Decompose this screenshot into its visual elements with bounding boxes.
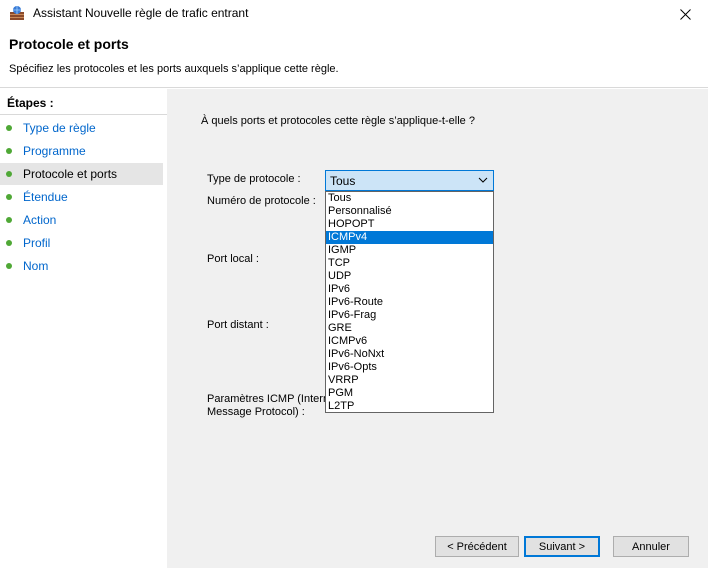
step-protocole-et-ports[interactable]: Protocole et ports (0, 163, 163, 185)
protocol-option-tous[interactable]: Tous (326, 192, 493, 205)
icmp-settings-label-line1: Paramètres ICMP (Interne (207, 393, 336, 405)
protocol-type-value: Tous (330, 174, 356, 188)
step-label: Programme (23, 144, 86, 158)
protocol-option-icmpv4[interactable]: ICMPv4 (326, 231, 493, 244)
step-bullet-icon (6, 240, 12, 246)
protocol-option-pgm[interactable]: PGM (326, 387, 493, 400)
steps-title: Étapes : (7, 96, 54, 110)
step-bullet-icon (6, 194, 12, 200)
firewall-app-icon (10, 6, 24, 20)
protocol-option-udp[interactable]: UDP (326, 270, 493, 283)
protocol-option-ipv6-nonxt[interactable]: IPv6-NoNxt (326, 348, 493, 361)
step-label: Étendue (23, 190, 68, 204)
cancel-button[interactable]: Annuler (613, 536, 689, 557)
protocol-option-ipv6[interactable]: IPv6 (326, 283, 493, 296)
remote-port-label: Port distant : (207, 319, 269, 331)
protocol-type-dropdown-list[interactable]: Tous Personnalisé HOPOPT ICMPv4 IGMP TCP… (325, 191, 494, 413)
protocol-option-gre[interactable]: GRE (326, 322, 493, 335)
chevron-down-icon (478, 177, 488, 183)
step-label: Profil (23, 236, 51, 250)
protocol-option-vrrp[interactable]: VRRP (326, 374, 493, 387)
step-etendue[interactable]: Étendue (0, 186, 163, 208)
protocol-type-select[interactable]: Tous (325, 170, 494, 191)
protocol-option-igmp[interactable]: IGMP (326, 244, 493, 257)
protocol-type-label: Type de protocole : (207, 173, 301, 185)
protocol-option-personnalise[interactable]: Personnalisé (326, 205, 493, 218)
step-label: Action (23, 213, 57, 227)
page-title: Protocole et ports (9, 36, 129, 52)
back-button[interactable]: < Précédent (435, 536, 519, 557)
close-icon (679, 8, 691, 20)
protocol-option-icmpv6[interactable]: ICMPv6 (326, 335, 493, 348)
step-bullet-icon (6, 148, 12, 154)
step-bullet-icon (6, 171, 12, 177)
protocol-option-hopopt[interactable]: HOPOPT (326, 218, 493, 231)
step-bullet-icon (6, 125, 12, 131)
protocol-option-tcp[interactable]: TCP (326, 257, 493, 270)
step-label: Protocole et ports (23, 167, 118, 181)
step-programme[interactable]: Programme (0, 140, 163, 162)
step-label: Type de règle (23, 121, 96, 135)
icmp-settings-label-line2: Message Protocol) : (207, 406, 305, 418)
protocol-option-ipv6-route[interactable]: IPv6-Route (326, 296, 493, 309)
step-type-de-regle[interactable]: Type de règle (0, 117, 163, 139)
step-nom[interactable]: Nom (0, 255, 163, 277)
next-button[interactable]: Suivant > (524, 536, 600, 557)
title-bar: Assistant Nouvelle règle de trafic entra… (0, 0, 708, 28)
step-label: Nom (23, 259, 49, 273)
step-action[interactable]: Action (0, 209, 163, 231)
step-profil[interactable]: Profil (0, 232, 163, 254)
page-description: Spécifiez les protocoles et les ports au… (9, 63, 339, 75)
protocol-option-ipv6-frag[interactable]: IPv6-Frag (326, 309, 493, 322)
step-bullet-icon (6, 217, 12, 223)
question-text: À quels ports et protocoles cette règle … (201, 115, 475, 127)
main-panel: À quels ports et protocoles cette règle … (167, 89, 708, 568)
steps-sidebar: Étapes : Type de règle Programme Protoco… (0, 89, 167, 568)
steps-divider (0, 114, 167, 115)
protocol-option-l2tp[interactable]: L2TP (326, 400, 493, 413)
protocol-option-ipv6-opts[interactable]: IPv6-Opts (326, 361, 493, 374)
window-title: Assistant Nouvelle règle de trafic entra… (33, 6, 249, 20)
step-bullet-icon (6, 263, 12, 269)
protocol-number-label: Numéro de protocole : (207, 195, 316, 207)
close-button[interactable] (662, 0, 708, 28)
local-port-label: Port local : (207, 253, 259, 265)
wizard-header: Protocole et ports Spécifiez les protoco… (0, 28, 708, 88)
